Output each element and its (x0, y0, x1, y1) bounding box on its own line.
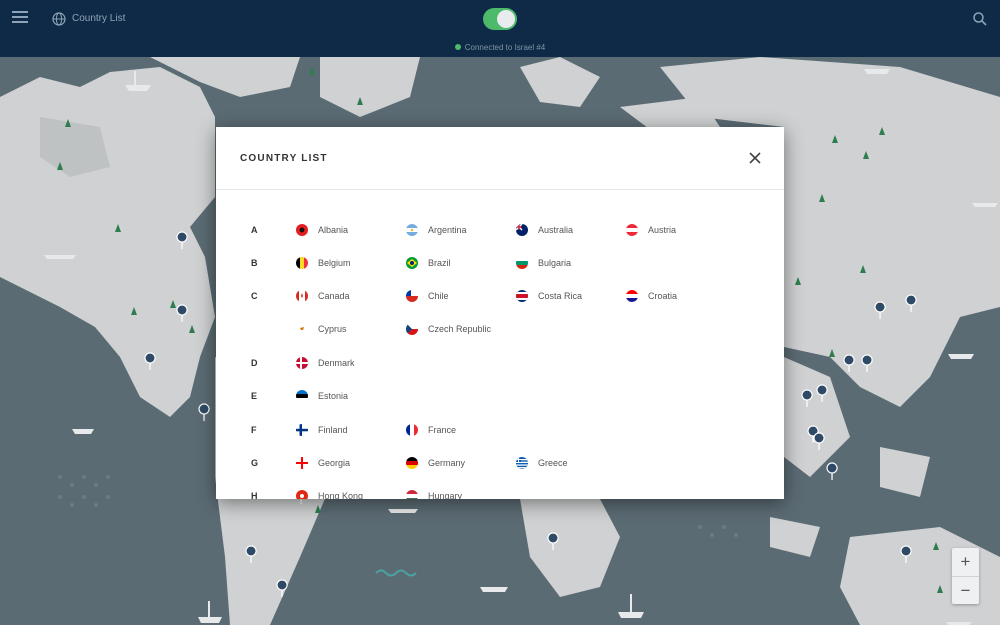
canada-flag-icon (296, 290, 308, 302)
cyprus-flag-icon (296, 323, 308, 335)
france-flag-icon (406, 424, 418, 436)
greece-flag-icon (516, 457, 528, 469)
country-name: France (428, 425, 457, 435)
country-name: Chile (428, 291, 449, 301)
brazil-flag-icon (406, 257, 418, 269)
section-letter: G (251, 458, 259, 468)
section-letter: C (251, 291, 258, 301)
country-name: Denmark (318, 358, 355, 368)
chile-flag-icon (406, 290, 418, 302)
hungary-flag-icon (406, 490, 418, 499)
section-letter: E (251, 391, 258, 401)
country-name: Costa Rica (538, 291, 583, 301)
section-letter: A (251, 225, 258, 235)
albania-flag-icon (296, 224, 308, 236)
country-name: Bulgaria (538, 258, 572, 268)
austria-flag-icon (626, 224, 638, 236)
country-name: Brazil (428, 258, 451, 268)
croatia-flag-icon (626, 290, 638, 302)
belgium-flag-icon (296, 257, 308, 269)
denmark-flag-icon (296, 357, 308, 369)
australia-flag-icon (516, 224, 528, 236)
bulgaria-flag-icon (516, 257, 528, 269)
country-list-modal: COUNTRY LIST A Albania Argentina Austral… (216, 127, 784, 499)
close-icon[interactable] (747, 150, 763, 166)
status-text: Connected to Israel #4 (464, 43, 546, 52)
country-name: Germany (428, 458, 466, 468)
country-name: Albania (318, 225, 349, 235)
country-name: Czech Republic (428, 324, 492, 334)
status-dot (454, 44, 461, 50)
country-name: Cyprus (318, 324, 347, 334)
costa-rica-flag-icon (516, 290, 528, 302)
country-name: Argentina (428, 225, 467, 235)
zoom-in-button[interactable]: + (952, 548, 979, 576)
country-name: Canada (318, 291, 350, 301)
modal-title: COUNTRY LIST (240, 153, 328, 164)
country-name: Estonia (318, 391, 349, 401)
country-name: Finland (318, 425, 348, 435)
argentina-flag-icon (406, 224, 418, 236)
germany-flag-icon (406, 457, 418, 469)
finland-flag-icon (296, 424, 308, 436)
connection-status: Connected to Israel #4 (0, 43, 1000, 52)
country-name: Belgium (318, 258, 351, 268)
country-list[interactable]: A Albania Argentina Australia Austria B … (216, 191, 784, 499)
toggle-knob (497, 10, 515, 28)
globe-icon (52, 12, 66, 26)
country-name: Hong Kong (318, 491, 364, 499)
country-name: Croatia (648, 291, 678, 301)
estonia-flag-icon (296, 390, 308, 402)
country-name: Georgia (318, 458, 351, 468)
menu-icon[interactable] (12, 11, 28, 25)
hong-kong-flag-icon (296, 490, 308, 499)
zoom-out-button[interactable]: − (952, 576, 979, 604)
georgia-flag-icon (296, 457, 308, 469)
country-name: Greece (538, 458, 568, 468)
country-name: Australia (538, 225, 574, 235)
section-letter: B (251, 258, 258, 268)
country-name: Austria (648, 225, 677, 235)
section-letter: H (251, 491, 258, 499)
search-icon[interactable] (972, 11, 988, 27)
country-name: Hungary (428, 491, 463, 499)
zoom-controls: + − (952, 548, 979, 604)
section-letter: D (251, 358, 258, 368)
top-bar: Country List Connected to Israel #4 (0, 0, 1000, 57)
page-title: Country List (72, 13, 126, 24)
czech-republic-flag-icon (406, 323, 418, 335)
section-letter: F (251, 425, 257, 435)
vpn-toggle[interactable] (483, 8, 517, 30)
modal-header: COUNTRY LIST (216, 127, 784, 190)
